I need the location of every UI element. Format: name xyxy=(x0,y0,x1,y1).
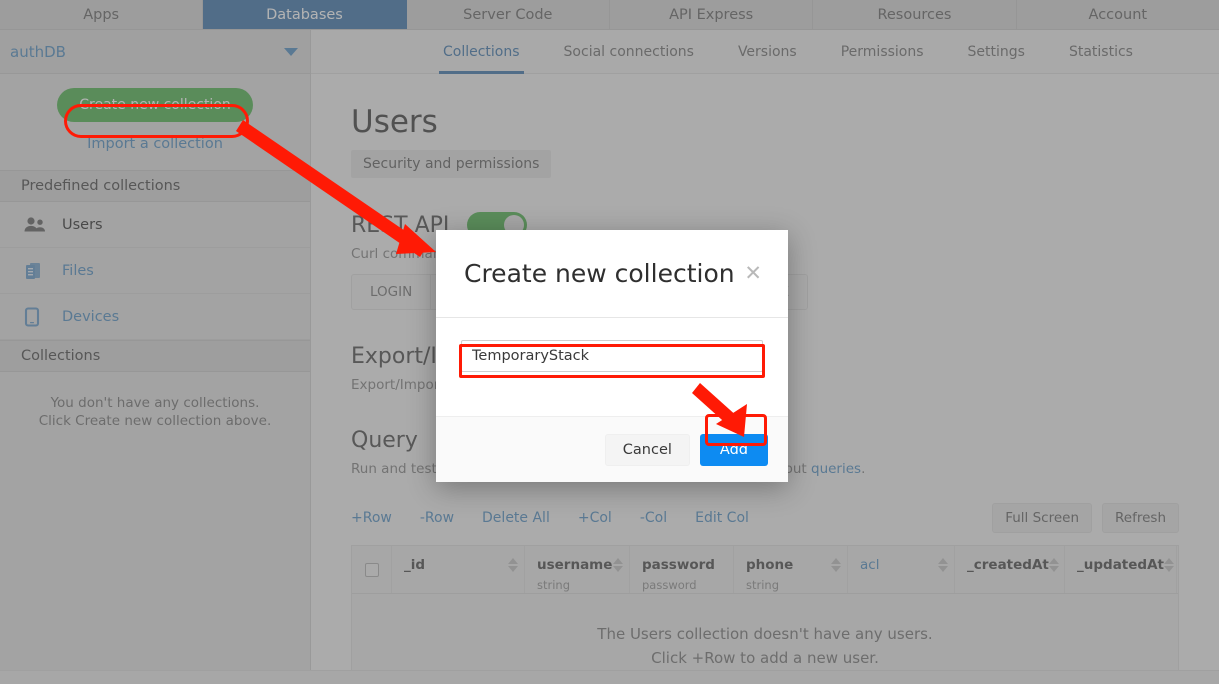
modal-header: Create new collection ✕ xyxy=(436,230,788,318)
modal-body xyxy=(436,318,788,416)
modal-footer: Cancel Add xyxy=(436,416,788,482)
cancel-button[interactable]: Cancel xyxy=(604,433,690,466)
collection-name-input[interactable] xyxy=(461,340,763,372)
create-collection-modal: Create new collection ✕ Cancel Add xyxy=(436,230,788,482)
modal-title: Create new collection xyxy=(464,259,735,288)
close-icon[interactable]: ✕ xyxy=(740,261,766,286)
add-button[interactable]: Add xyxy=(699,433,768,466)
